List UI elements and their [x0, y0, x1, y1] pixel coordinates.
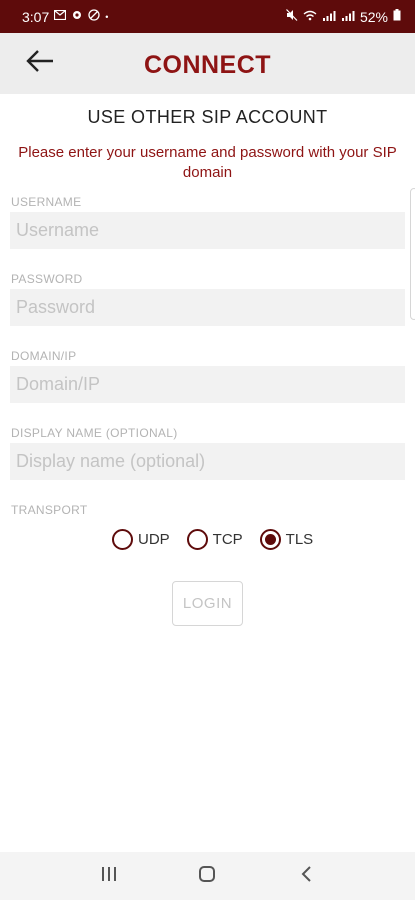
instructions-line-1: Please enter your username and password …: [18, 144, 397, 161]
radio-button[interactable]: [112, 529, 133, 550]
domain-field[interactable]: [10, 366, 405, 403]
instructions-text: Please enter your username and password …: [0, 143, 415, 183]
recent-apps-icon: [100, 866, 118, 887]
radio-label: TCP: [212, 531, 243, 548]
transport-option-tls[interactable]: TLS: [259, 529, 314, 550]
instructions-line-2: domain: [182, 164, 233, 181]
page-title: CONNECT: [143, 51, 272, 79]
radio-button[interactable]: [186, 529, 208, 550]
scroll-indicator[interactable]: [410, 188, 415, 320]
radio-button[interactable]: [259, 529, 281, 550]
status-left: 3:07 •: [22, 9, 108, 25]
status-time: 3:07: [22, 8, 50, 25]
back-icon: [300, 865, 312, 888]
home-icon: [198, 865, 216, 888]
password-label: PASSWORD: [11, 272, 83, 286]
password-field[interactable]: [10, 289, 405, 326]
system-nav-bar: [0, 852, 415, 900]
display-name-label: DISPLAY NAME (OPTIONAL): [11, 426, 178, 440]
signal-icon: [341, 10, 355, 24]
system-back-button[interactable]: [286, 856, 326, 896]
settings-icon: [71, 9, 83, 24]
username-label: USERNAME: [11, 195, 82, 209]
radio-label: TLS: [285, 531, 314, 548]
domain-label: DOMAIN/IP: [11, 349, 77, 363]
display-name-field[interactable]: [10, 443, 405, 480]
blocked-icon: [88, 9, 100, 24]
home-button[interactable]: [187, 856, 227, 896]
section-title: USE OTHER SIP ACCOUNT: [87, 107, 328, 127]
radio-label: UDP: [138, 531, 170, 548]
status-right: 52%: [286, 9, 401, 25]
recent-apps-button[interactable]: [89, 856, 129, 896]
username-field[interactable]: [10, 212, 405, 249]
transport-option-udp[interactable]: UDP: [112, 529, 170, 550]
app-toolbar: CONNECT: [0, 33, 415, 94]
wifi-icon: [303, 10, 317, 24]
mail-icon: [54, 9, 67, 23]
signal-icon: [322, 10, 336, 24]
login-button[interactable]: LOGIN: [172, 581, 243, 626]
battery-percent: 52%: [359, 8, 388, 25]
status-dot: •: [105, 11, 109, 22]
mute-icon: [286, 9, 298, 24]
status-bar: 3:07 • 52%: [0, 0, 415, 33]
transport-option-tcp[interactable]: TCP: [186, 529, 243, 550]
transport-label: TRANSPORT: [11, 503, 88, 517]
battery-icon: [393, 9, 401, 24]
transport-radio-group: UDP TCP TLS: [112, 529, 330, 550]
